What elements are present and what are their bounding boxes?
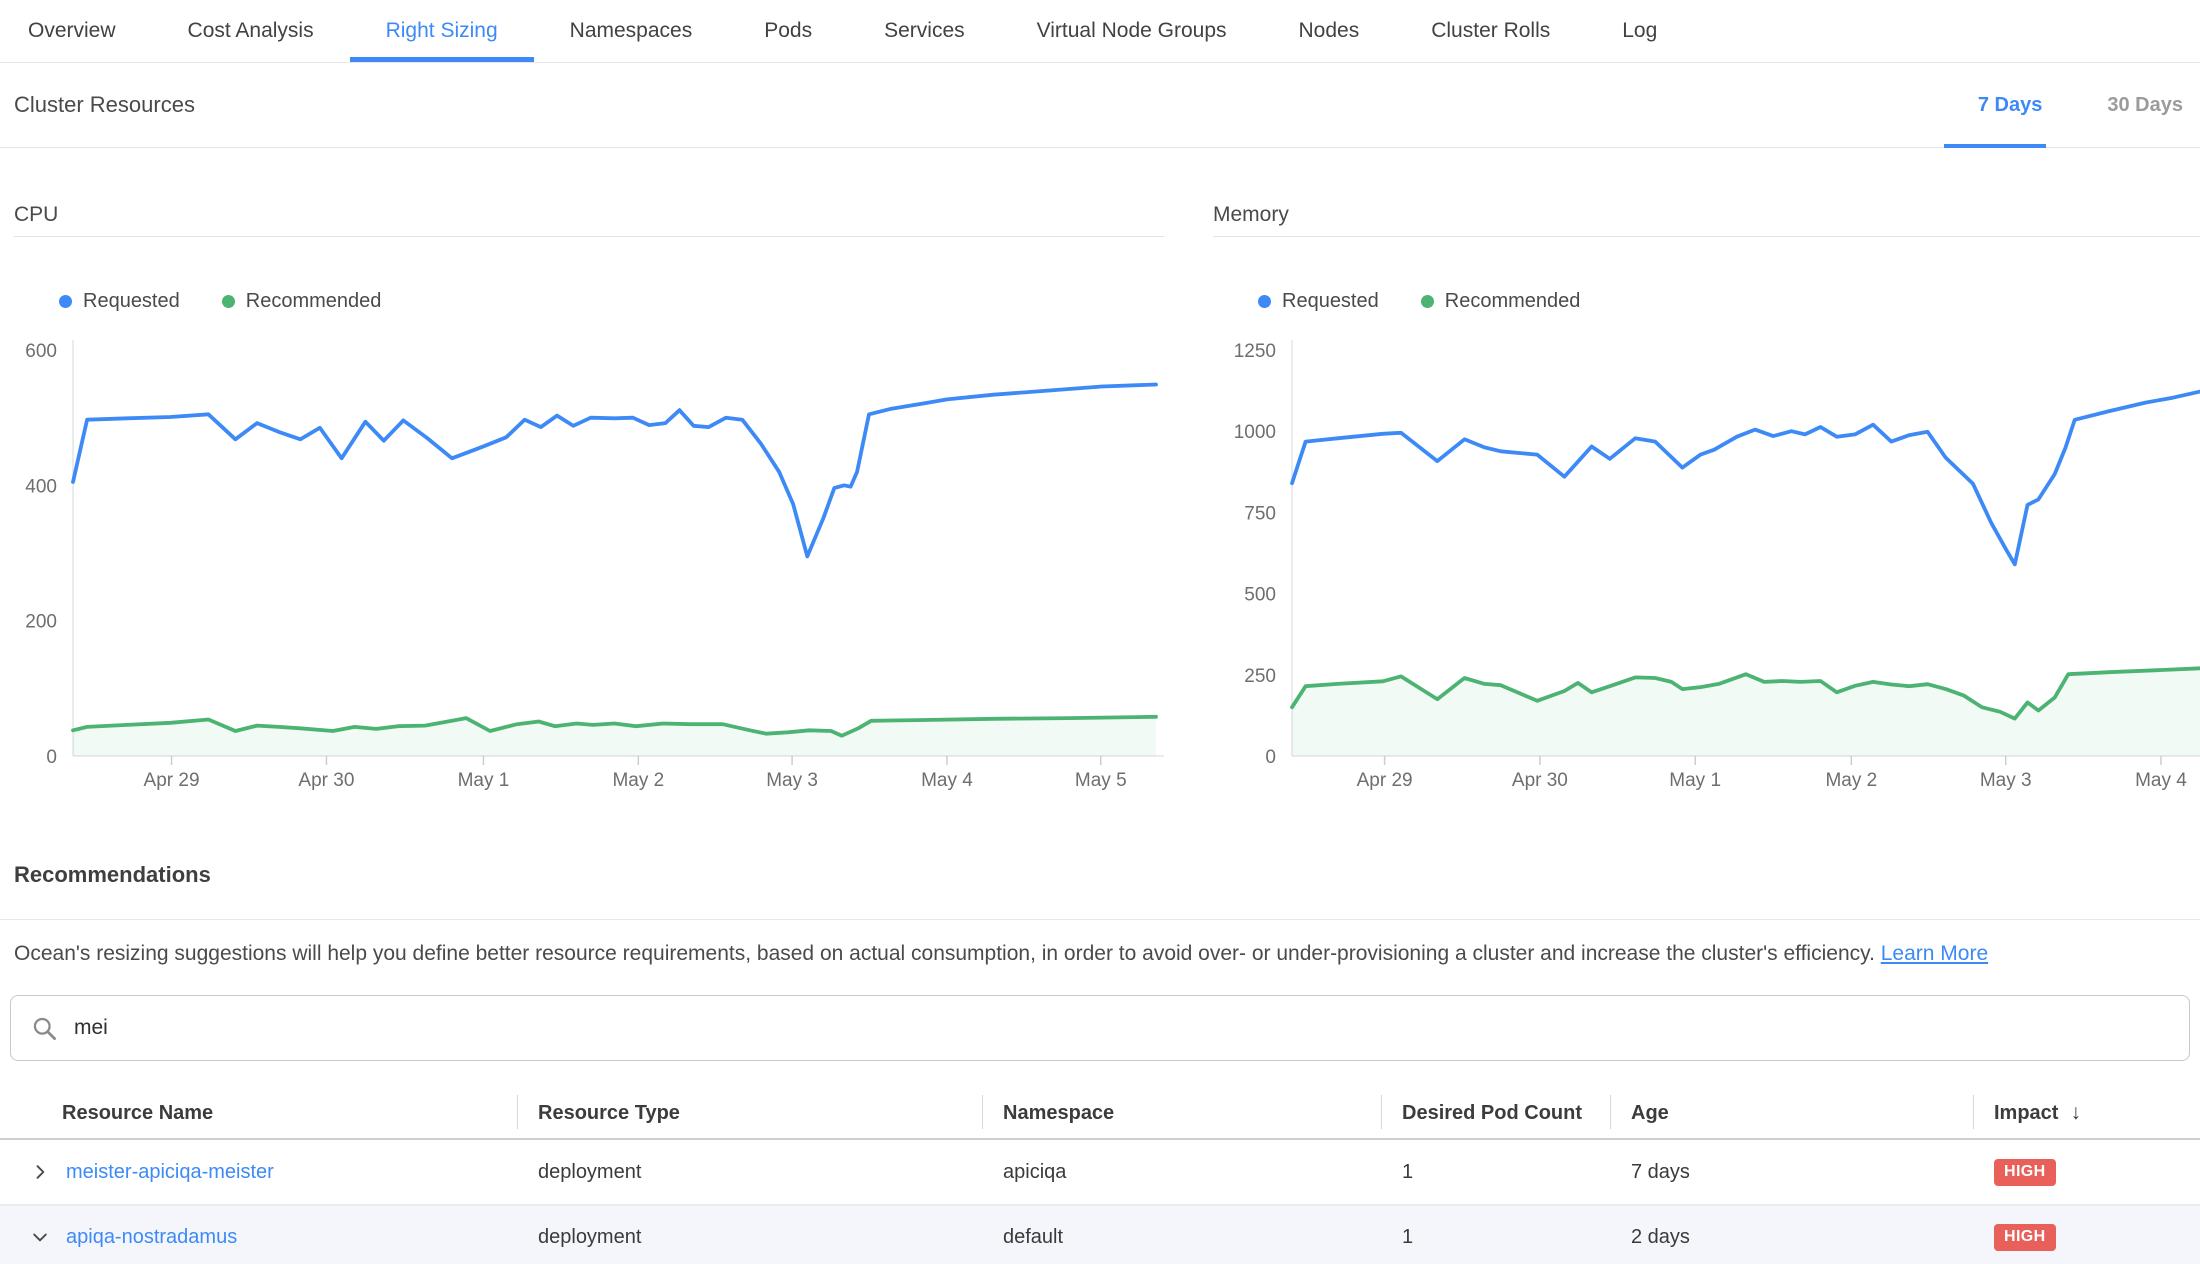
cpu-chart-title: CPU — [14, 203, 1164, 237]
svg-text:Apr 29: Apr 29 — [1357, 770, 1413, 791]
svg-text:600: 600 — [25, 341, 57, 362]
cpu-chart-legend: Requested Recommended — [14, 290, 1164, 313]
memory-chart-panel: Memory Requested Recommended 0 250 500 750 1… — [1213, 203, 2200, 798]
svg-text:0: 0 — [1265, 747, 1276, 768]
resource-type-cell: deployment — [517, 1226, 982, 1249]
search-input[interactable] — [74, 1016, 2169, 1040]
legend-item-requested[interactable]: Requested — [1258, 290, 1379, 313]
memory-chart-title: Memory — [1213, 203, 2200, 237]
expand-chevron-icon[interactable] — [30, 1162, 50, 1182]
recommendations-description-text: Ocean's resizing suggestions will help y… — [14, 942, 1875, 965]
impact-badge: HIGH — [1994, 1159, 2056, 1186]
top-tab-bar: Overview Cost Analysis Right Sizing Name… — [0, 0, 2200, 63]
svg-text:May 5: May 5 — [1075, 770, 1127, 791]
table-header-row: Resource Name Resource Type Namespace De… — [0, 1088, 2200, 1140]
column-header-impact-label: Impact — [1994, 1102, 2058, 1125]
table-row: meister-apiciqa-meister deployment apici… — [0, 1140, 2200, 1204]
column-header-resource-type[interactable]: Resource Type — [517, 1088, 982, 1138]
resource-search[interactable] — [10, 995, 2190, 1061]
svg-text:0: 0 — [46, 747, 57, 768]
cpu-chart-panel: CPU Requested Recommended 0 200 400 600 Apr … — [14, 203, 1164, 798]
tab-log[interactable]: Log — [1586, 0, 1693, 62]
memory-line-chart: 0 250 500 750 1000 1250 Apr 29 Apr 30 May 1 May 2… — [1213, 333, 2200, 798]
time-range-tabs: 7 Days 30 Days — [1978, 63, 2183, 147]
legend-label-recommended: Recommended — [1445, 290, 1581, 313]
legend-label-recommended: Recommended — [246, 290, 382, 313]
svg-text:250: 250 — [1244, 666, 1276, 687]
recommendations-table: Resource Name Resource Type Namespace De… — [0, 1088, 2200, 1264]
cluster-resources-header: Cluster Resources 7 Days 30 Days — [0, 63, 2200, 148]
search-icon — [31, 1015, 58, 1042]
recommendations-title: Recommendations — [14, 862, 2186, 888]
svg-text:May 1: May 1 — [458, 770, 510, 791]
age-cell: 7 days — [1610, 1161, 1973, 1184]
table-row: apiqa-nostradamus deployment default 1 2… — [0, 1204, 2200, 1264]
svg-text:Apr 30: Apr 30 — [1512, 770, 1568, 791]
legend-label-requested: Requested — [83, 290, 180, 313]
svg-text:May 2: May 2 — [612, 770, 664, 791]
page-title: Cluster Resources — [14, 92, 195, 118]
impact-badge: HIGH — [1994, 1224, 2056, 1251]
desired-pod-count-cell: 1 — [1381, 1161, 1610, 1184]
tab-virtual-node-groups[interactable]: Virtual Node Groups — [1001, 0, 1263, 62]
learn-more-link[interactable]: Learn More — [1881, 942, 1988, 965]
svg-text:1250: 1250 — [1234, 341, 1276, 362]
svg-text:500: 500 — [1244, 585, 1276, 606]
svg-text:May 1: May 1 — [1669, 770, 1721, 791]
requested-legend-dot-icon — [1258, 295, 1271, 308]
memory-chart-legend: Requested Recommended — [1213, 290, 2200, 313]
collapse-chevron-icon[interactable] — [30, 1227, 50, 1247]
svg-text:May 4: May 4 — [2135, 770, 2187, 791]
svg-text:400: 400 — [25, 476, 57, 497]
resource-name-link[interactable]: meister-apiciqa-meister — [66, 1161, 274, 1184]
column-header-namespace[interactable]: Namespace — [982, 1088, 1381, 1138]
tab-cost-analysis[interactable]: Cost Analysis — [152, 0, 350, 62]
column-header-resource-name[interactable]: Resource Name — [0, 1088, 517, 1138]
svg-text:May 3: May 3 — [1980, 770, 2032, 791]
svg-text:1000: 1000 — [1234, 422, 1276, 443]
sort-descending-icon[interactable]: ↓ — [2070, 1101, 2081, 1125]
namespace-cell: apiciqa — [982, 1161, 1381, 1184]
range-tab-30-days[interactable]: 30 Days — [2107, 63, 2183, 147]
svg-text:May 3: May 3 — [766, 770, 818, 791]
tab-namespaces[interactable]: Namespaces — [534, 0, 729, 62]
tab-cluster-rolls[interactable]: Cluster Rolls — [1395, 0, 1586, 62]
svg-text:Apr 30: Apr 30 — [298, 770, 354, 791]
resource-type-cell: deployment — [517, 1161, 982, 1184]
legend-item-requested[interactable]: Requested — [59, 290, 180, 313]
cpu-line-chart: 0 200 400 600 Apr 29 Apr 30 May 1 May 2 May 3 May… — [14, 333, 1164, 798]
tab-pods[interactable]: Pods — [728, 0, 848, 62]
recommendations-divider — [0, 919, 2200, 920]
legend-item-recommended[interactable]: Recommended — [222, 290, 382, 313]
tab-overview[interactable]: Overview — [0, 0, 152, 62]
svg-text:200: 200 — [25, 612, 57, 633]
legend-label-requested: Requested — [1282, 290, 1379, 313]
desired-pod-count-cell: 1 — [1381, 1226, 1610, 1249]
svg-text:May 2: May 2 — [1825, 770, 1877, 791]
requested-legend-dot-icon — [59, 295, 72, 308]
column-header-desired-pod-count[interactable]: Desired Pod Count — [1381, 1088, 1610, 1138]
column-header-impact[interactable]: Impact ↓ — [1973, 1088, 2200, 1138]
charts-section: CPU Requested Recommended 0 200 400 600 Apr … — [0, 148, 2200, 798]
svg-text:750: 750 — [1244, 503, 1276, 524]
column-header-age[interactable]: Age — [1610, 1088, 1973, 1138]
legend-item-recommended[interactable]: Recommended — [1421, 290, 1581, 313]
svg-text:Apr 29: Apr 29 — [144, 770, 200, 791]
range-tab-7-days[interactable]: 7 Days — [1978, 63, 2043, 147]
namespace-cell: default — [982, 1226, 1381, 1249]
recommended-legend-dot-icon — [222, 295, 235, 308]
tab-nodes[interactable]: Nodes — [1263, 0, 1396, 62]
svg-text:May 4: May 4 — [921, 770, 973, 791]
tab-services[interactable]: Services — [848, 0, 1001, 62]
tab-right-sizing[interactable]: Right Sizing — [350, 0, 534, 62]
recommended-legend-dot-icon — [1421, 295, 1434, 308]
resource-name-link[interactable]: apiqa-nostradamus — [66, 1226, 237, 1249]
recommendations-description: Ocean's resizing suggestions will help y… — [14, 940, 2186, 968]
age-cell: 2 days — [1610, 1226, 1973, 1249]
